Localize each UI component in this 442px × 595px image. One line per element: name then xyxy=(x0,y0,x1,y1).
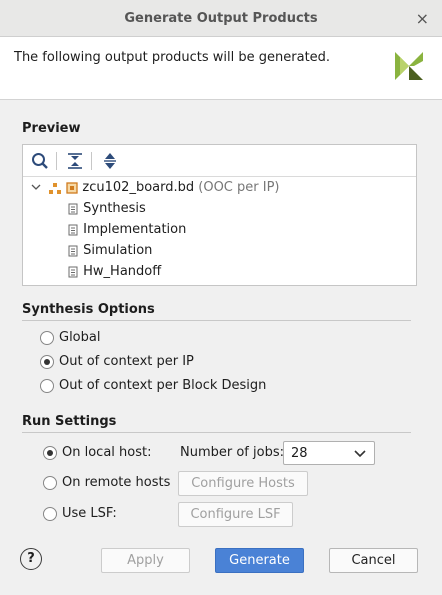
hierarchy-icon xyxy=(49,183,62,194)
file-icon xyxy=(68,266,78,278)
file-icon xyxy=(68,224,78,236)
search-icon[interactable] xyxy=(30,151,50,171)
jobs-label: Number of jobs: xyxy=(180,445,284,460)
tree-item-simulation[interactable]: Simulation xyxy=(67,241,152,261)
apply-button[interactable]: Apply xyxy=(101,548,190,573)
tree-root-label: zcu102_board.bd xyxy=(82,180,195,195)
run-settings-divider xyxy=(22,432,411,433)
synthesis-options-label: Synthesis Options xyxy=(22,302,155,317)
collapse-all-icon[interactable] xyxy=(65,151,85,171)
chevron-down-icon[interactable] xyxy=(31,178,41,198)
jobs-select[interactable]: 28 xyxy=(283,441,375,465)
tree-root-suffix: (OOC per IP) xyxy=(198,180,280,195)
preview-tree[interactable]: zcu102_board.bd (OOC per IP) Synthesis I… xyxy=(22,144,417,286)
title-bar: Generate Output Products × xyxy=(0,0,442,37)
expand-all-icon[interactable] xyxy=(100,151,120,171)
tree-item-implementation[interactable]: Implementation xyxy=(67,220,186,240)
tree-item-label: Simulation xyxy=(83,243,153,258)
window-title: Generate Output Products xyxy=(124,11,318,26)
configure-lsf-button[interactable]: Configure LSF xyxy=(178,502,293,527)
use-lsf-label[interactable]: Use LSF: xyxy=(62,506,117,521)
tree-item-hw-handoff[interactable]: Hw_Handoff xyxy=(67,262,161,282)
generate-button[interactable]: Generate xyxy=(215,548,304,573)
remote-hosts-label[interactable]: On remote hosts xyxy=(62,475,170,490)
synthesis-global-label[interactable]: Global xyxy=(59,330,100,345)
synthesis-ooc-ip-label[interactable]: Out of context per IP xyxy=(59,354,194,369)
tree-root[interactable]: zcu102_board.bd (OOC per IP) xyxy=(31,178,279,198)
close-icon[interactable]: × xyxy=(416,9,429,28)
tree-item-label: Synthesis xyxy=(83,201,146,216)
jobs-value: 28 xyxy=(291,446,308,461)
help-icon[interactable]: ? xyxy=(20,548,42,570)
use-lsf-radio[interactable] xyxy=(43,507,57,521)
configure-hosts-button[interactable]: Configure Hosts xyxy=(178,471,308,496)
xilinx-logo-icon xyxy=(395,52,423,80)
preview-label: Preview xyxy=(22,121,81,136)
synthesis-ooc-bd-label[interactable]: Out of context per Block Design xyxy=(59,378,266,393)
header-banner: The following output products will be ge… xyxy=(0,37,442,100)
local-host-label[interactable]: On local host: xyxy=(62,445,151,460)
synthesis-ooc-ip-radio[interactable] xyxy=(40,355,54,369)
synthesis-global-radio[interactable] xyxy=(40,331,54,345)
toolbar-separator xyxy=(56,152,57,170)
synthesis-options-divider xyxy=(22,320,411,321)
local-host-radio[interactable] xyxy=(43,446,57,460)
run-settings-label: Run Settings xyxy=(22,414,117,429)
chevron-down-icon xyxy=(354,450,366,458)
tree-item-label: Implementation xyxy=(83,222,187,237)
file-icon xyxy=(68,203,78,215)
file-icon xyxy=(68,245,78,257)
header-message: The following output products will be ge… xyxy=(14,50,331,65)
synthesis-ooc-bd-radio[interactable] xyxy=(40,379,54,393)
remote-hosts-radio[interactable] xyxy=(43,476,57,490)
tree-item-synthesis[interactable]: Synthesis xyxy=(67,199,146,219)
block-design-icon xyxy=(66,182,78,194)
tree-toolbar xyxy=(23,145,416,177)
cancel-button[interactable]: Cancel xyxy=(329,548,418,573)
tree-item-label: Hw_Handoff xyxy=(83,264,162,279)
toolbar-separator xyxy=(91,152,92,170)
